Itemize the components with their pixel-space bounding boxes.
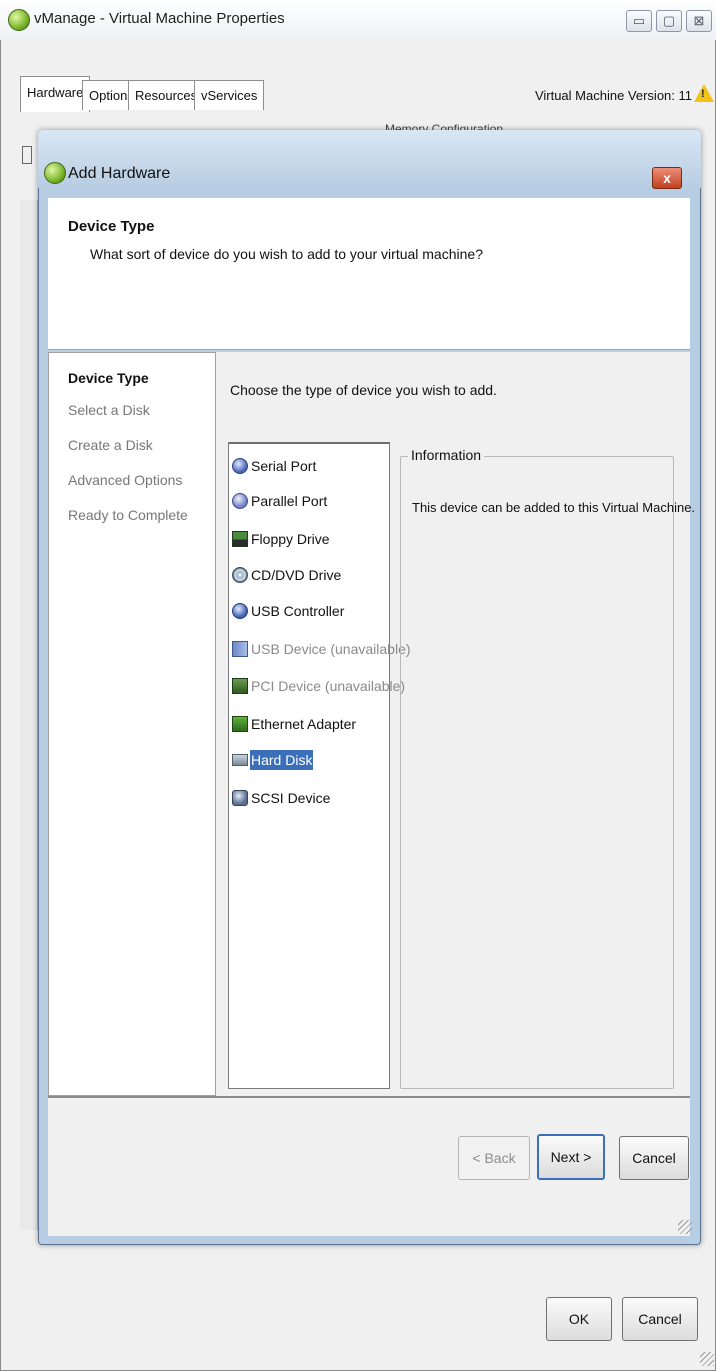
window-resize-grip[interactable]: [700, 1352, 714, 1366]
ethernet-adapter-icon: [232, 716, 248, 732]
device-label: Ethernet Adapter: [251, 716, 357, 732]
ok-button[interactable]: OK: [546, 1297, 612, 1341]
list-item-usb-device: USB Device (unavailable): [232, 635, 412, 663]
scsi-device-icon: [232, 790, 248, 806]
back-button: < Back: [458, 1136, 530, 1180]
vmanage-app-icon: [8, 9, 30, 31]
device-label: Parallel Port: [251, 493, 328, 509]
close-window-button[interactable]: ⊠: [686, 10, 712, 32]
list-item-parallel-port[interactable]: Parallel Port: [232, 487, 328, 515]
add-hardware-icon: [44, 162, 66, 184]
dialog-resize-grip[interactable]: [678, 1220, 692, 1234]
dialog-cancel-button[interactable]: Cancel: [619, 1136, 689, 1180]
list-item-floppy-drive[interactable]: Floppy Drive: [232, 525, 331, 553]
step-advanced-options: Advanced Options: [68, 472, 183, 488]
hardware-list-stub: [20, 200, 38, 1230]
list-item-scsi-device[interactable]: SCSI Device: [232, 784, 331, 812]
device-label: SCSI Device: [251, 790, 331, 806]
list-item-hard-disk[interactable]: Hard Disk: [232, 746, 314, 774]
list-item-usb-controller[interactable]: USB Controller: [232, 597, 345, 625]
device-label: CD/DVD Drive: [251, 567, 342, 583]
device-label: Floppy Drive: [251, 531, 330, 547]
device-label: USB Controller: [251, 603, 345, 619]
maximize-button[interactable]: ▢: [656, 10, 682, 32]
header-subtitle: What sort of device do you wish to add t…: [90, 246, 483, 262]
usb-controller-icon: [232, 603, 248, 619]
list-item-ethernet-adapter[interactable]: Ethernet Adapter: [232, 710, 357, 738]
vm-version-label: Virtual Machine Version: 11: [534, 88, 692, 103]
step-select-disk: Select a Disk: [68, 402, 150, 418]
list-item-pci-device: PCI Device (unavailable): [232, 672, 406, 700]
information-group: [400, 456, 674, 1089]
instruction-text: Choose the type of device you wish to ad…: [230, 382, 497, 398]
window-cancel-button[interactable]: Cancel: [622, 1297, 698, 1341]
dialog-close-button[interactable]: x: [652, 167, 682, 189]
next-button[interactable]: Next >: [537, 1134, 605, 1180]
device-label: USB Device (unavailable): [251, 641, 411, 657]
step-device-type: Device Type: [68, 370, 149, 386]
tab-hardware[interactable]: Hardware: [20, 76, 91, 112]
list-item-serial-port[interactable]: Serial Port: [232, 452, 317, 480]
tab-vservices[interactable]: vServices: [194, 80, 265, 110]
step-create-disk: Create a Disk: [68, 437, 153, 453]
background-checkbox: [22, 146, 32, 164]
dialog-title: Add Hardware: [68, 165, 171, 182]
minimize-button[interactable]: ▭: [626, 10, 652, 32]
step-ready-to-complete: Ready to Complete: [68, 507, 188, 523]
header-title: Device Type: [68, 218, 155, 235]
device-label: Hard Disk: [250, 750, 314, 770]
usb-device-icon: [232, 641, 248, 657]
warning-icon: !: [694, 84, 714, 102]
information-text: This device can be added to this Virtual…: [412, 500, 696, 515]
hard-disk-icon: [232, 754, 248, 766]
pci-device-icon: [232, 678, 248, 694]
list-item-cd-dvd-drive[interactable]: CD/DVD Drive: [232, 561, 342, 589]
cd-dvd-icon: [232, 567, 248, 583]
information-legend: Information: [408, 447, 485, 463]
wizard-steps-panel: [48, 352, 216, 1096]
parallel-port-icon: [232, 493, 248, 509]
window-title: vManage - Virtual Machine Properties: [34, 10, 285, 27]
tab-resources[interactable]: Resources: [128, 80, 205, 110]
floppy-drive-icon: [232, 531, 248, 547]
serial-port-icon: [232, 458, 248, 474]
device-label: Serial Port: [251, 458, 317, 474]
device-label: PCI Device (unavailable): [251, 678, 406, 694]
